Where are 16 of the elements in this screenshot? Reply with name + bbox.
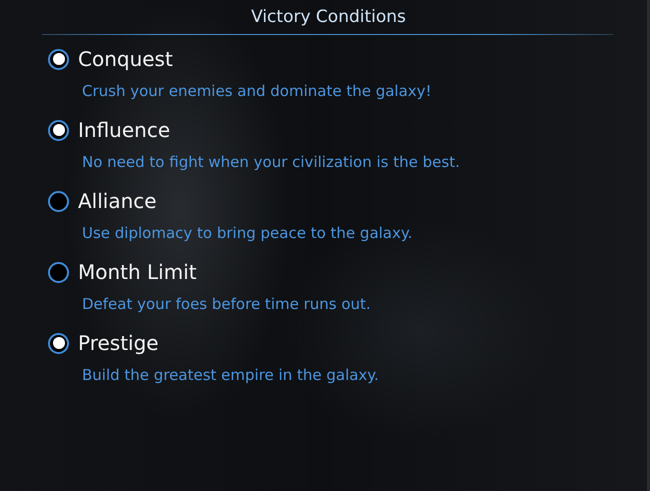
condition-label[interactable]: Prestige <box>78 331 159 355</box>
condition-description: Crush your enemies and dominate the galaxy! <box>81 81 433 101</box>
checked-radio[interactable] <box>48 48 69 70</box>
checked-radio[interactable] <box>48 120 69 140</box>
panel-title: Victory Conditions <box>250 6 406 28</box>
condition-description: No need to fight when your civilization is the best. <box>81 152 461 172</box>
unchecked-radio[interactable] <box>48 262 69 282</box>
condition-label[interactable]: Conquest <box>78 47 173 71</box>
condition-label[interactable]: Month Limit <box>78 260 197 284</box>
condition-description: Use diplomacy to bring peace to the galaxy. <box>81 223 414 243</box>
unchecked-radio[interactable] <box>48 190 69 212</box>
condition-description: Build the greatest empire in the galaxy. <box>81 365 380 385</box>
condition-description: Defeat your foes before time runs out. <box>81 294 372 314</box>
checked-radio[interactable] <box>48 332 69 354</box>
condition-label[interactable]: Influence <box>78 118 170 142</box>
condition-label[interactable]: Alliance <box>78 189 157 213</box>
